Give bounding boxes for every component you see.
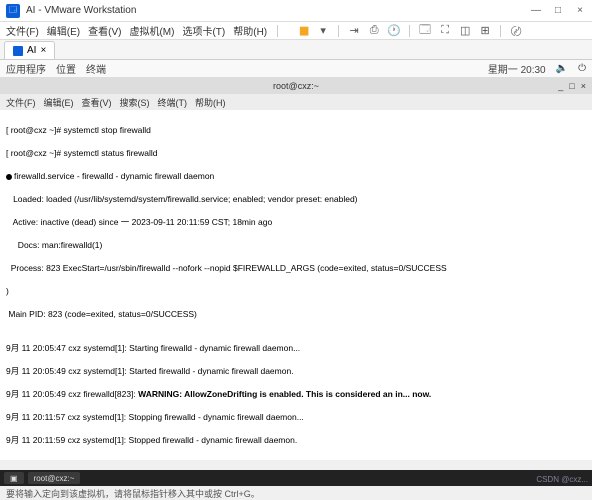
watermark: CSDN @cxz... [536,475,588,484]
snapshot-icon[interactable]: ⎙ [367,24,381,38]
clock-label: 星期一 20:30 [488,61,546,76]
term-menu-view[interactable]: 查看(V) [82,96,112,109]
clock-icon[interactable]: 🕐 [387,24,401,38]
term-menu-file[interactable]: 文件(F) [6,96,36,109]
terminal-menu-bar: 文件(F) 编辑(E) 查看(V) 搜索(S) 终端(T) 帮助(H) [0,94,592,110]
tab-bar: AI × [0,40,592,60]
term-line: 9月 11 20:05:49 cxz firewalld[823]: WARNI… [6,389,586,400]
unity-icon[interactable]: ◫ [458,24,472,38]
term-line: 9月 11 20:05:49 cxz systemd[1]: Started f… [6,366,586,377]
fullscreen-icon[interactable]: ⛶ [438,24,452,38]
app-icon: 🗔 [6,4,20,18]
term-line: 9月 11 20:11:59 cxz systemd[1]: Stopped f… [6,435,586,446]
tab-label: AI [27,45,36,56]
window-title: AI - VMware Workstation [26,5,530,16]
menu-tabs[interactable]: 选项卡(T) [182,23,225,38]
fit-icon[interactable]: ⊞ [478,24,492,38]
volume-icon[interactable]: 🔈 [556,63,568,74]
terminal-title-bar: root@cxz:~ _ □ × [0,78,592,94]
guest-taskbar: ▣ root@cxz:~ [0,470,592,486]
taskbar-item[interactable]: root@cxz:~ [28,472,81,484]
maximize-button[interactable]: □ [552,5,564,17]
term-line: Docs: man:firewalld(1) [6,240,586,251]
term-line: Main PID: 823 (code=exited, status=0/SUC… [6,309,586,320]
menu-view[interactable]: 查看(V) [88,23,121,38]
status-text: 要将输入定向到该虚拟机，请将鼠标指针移入其中或按 Ctrl+G。 [6,487,260,500]
term-close-icon[interactable]: × [581,81,586,91]
title-bar: 🗔 AI - VMware Workstation — □ × [0,0,592,22]
warning-text: WARNING: AllowZoneDrifting is enabled. T… [138,389,431,399]
power-icon[interactable]: ⏻ [578,63,586,74]
term-line: ) [6,286,586,297]
menu-vm[interactable]: 虚拟机(M) [129,23,174,38]
term-line: [ root@cxz ~]# systemctl status firewall… [6,148,586,159]
term-menu-search[interactable]: 搜索(S) [120,96,150,109]
term-line: 9月 11 20:05:47 cxz systemd[1]: Starting … [6,343,586,354]
term-line: Loaded: loaded (/usr/lib/systemd/system/… [6,194,586,205]
taskbar-terminal-icon[interactable]: ▣ [4,472,24,484]
last-icon[interactable]: 〄 [509,24,523,38]
vm-tab[interactable]: AI × [4,41,55,59]
dropdown-icon[interactable]: ▾ [316,24,330,38]
close-button[interactable]: × [574,5,586,17]
term-max-icon[interactable]: □ [569,81,574,91]
term-menu-edit[interactable]: 编辑(E) [44,96,74,109]
bullet-icon [6,174,12,180]
status-bar: 要将输入定向到该虚拟机，请将鼠标指针移入其中或按 Ctrl+G。 [0,486,592,500]
term-min-icon[interactable]: _ [558,81,563,91]
send-icon[interactable]: ⇥ [347,24,361,38]
guest-top-bar: 应用程序 位置 终端 星期一 20:30 🔈 ⏻ [0,60,592,78]
places-menu[interactable]: 位置 [56,61,76,76]
term-line: firewalld.service - firewalld - dynamic … [6,171,586,182]
menu-edit[interactable]: 编辑(E) [47,23,80,38]
term-line: Active: inactive (dead) since 一 2023-09-… [6,217,586,228]
term-menu-terminal[interactable]: 终端(T) [158,96,188,109]
tab-vm-icon [13,46,23,56]
tab-close-icon[interactable]: × [40,45,46,56]
apps-menu[interactable]: 应用程序 [6,61,46,76]
terminal-title: root@cxz:~ [273,81,319,91]
menu-help[interactable]: 帮助(H) [233,23,267,38]
terminal-menu[interactable]: 终端 [86,61,106,76]
pause-icon[interactable]: ▮▮ [296,24,310,38]
terminal-output[interactable]: [ root@cxz ~]# systemctl stop firewalld … [0,110,592,460]
term-line: [ root@cxz ~]# systemctl stop firewalld [6,125,586,136]
minimize-button[interactable]: — [530,5,542,17]
term-line: 9月 11 20:11:57 cxz systemd[1]: Stopping … [6,412,586,423]
term-line: Hint: Some lines were ellipsized, use -l… [6,458,586,460]
term-line: Process: 823 ExecStart=/usr/sbin/firewal… [6,263,586,274]
screen-icon[interactable]: 🗔 [418,24,432,38]
menu-bar: 文件(F) 编辑(E) 查看(V) 虚拟机(M) 选项卡(T) 帮助(H) ▮▮… [0,22,592,40]
menu-file[interactable]: 文件(F) [6,23,39,38]
term-menu-help[interactable]: 帮助(H) [195,96,226,109]
